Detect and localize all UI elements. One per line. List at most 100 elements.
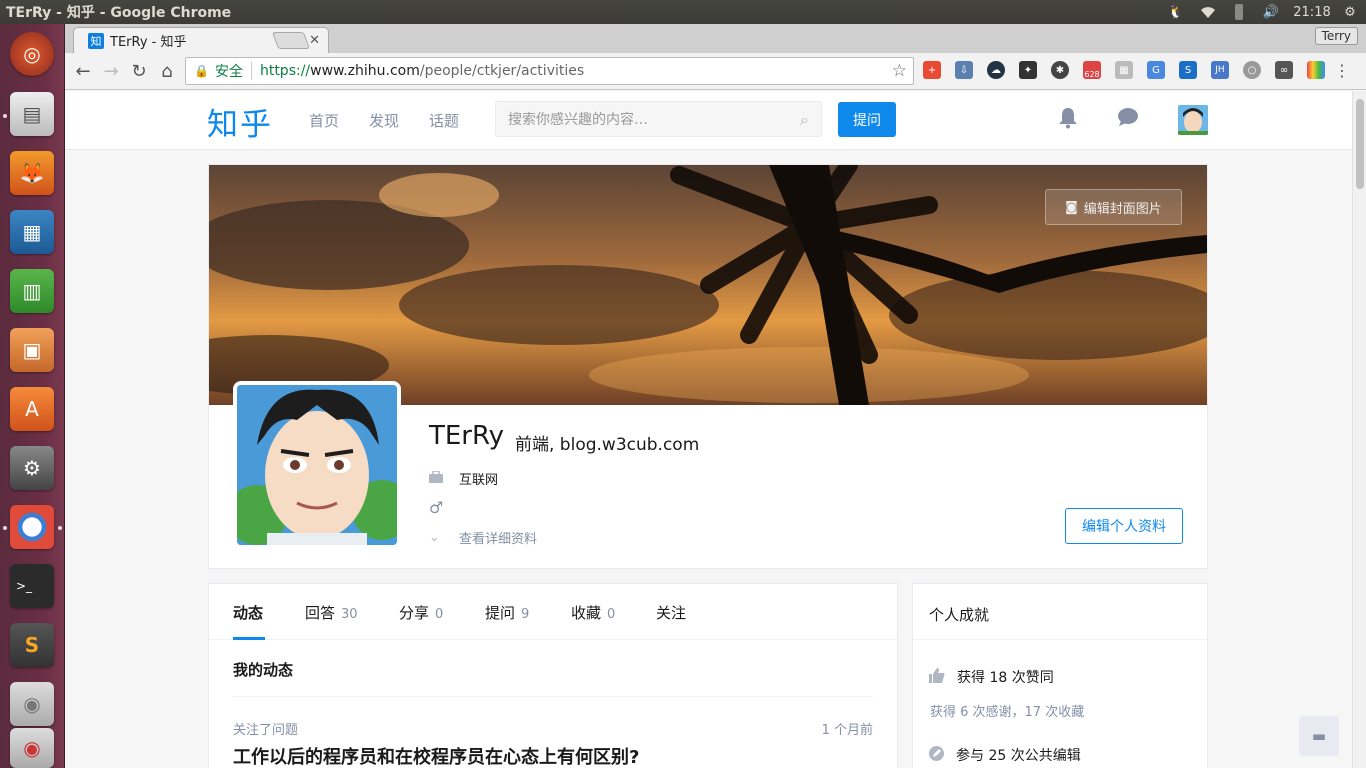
extension-color-icon[interactable] [1307,61,1325,79]
bookmark-star-icon[interactable]: ☆ [892,61,907,81]
active-tab-indicator [233,637,265,640]
chrome-menu-icon[interactable]: ⋮ [1334,61,1350,80]
gmail-badge: 628 [1084,70,1100,79]
secure-label: 安全 [214,64,243,80]
reload-icon[interactable]: ↻ [125,57,153,85]
window-title: TErRy - 知乎 - Google Chrome [6,5,232,21]
chevron-down-icon: ⌄ [429,530,440,545]
activity-panel: 动态 回答 30 分享 0 提问 9 收藏 0 关注 我的动态 关注了问题 1 个月前 … [208,583,898,768]
home-icon[interactable]: ⌂ [153,57,181,85]
edit-cover-label: 编辑封面图片 [1083,201,1162,217]
extension-download-icon[interactable]: ⇩ [955,61,973,79]
terminal-icon[interactable]: >_ [10,564,54,608]
edits-row: 参与 25 次公共编辑 [929,745,1081,765]
extension-circle-icon[interactable]: ○ [1243,61,1261,79]
page-scrollbar[interactable] [1352,91,1366,768]
wifi-icon[interactable] [1198,0,1218,24]
forward-icon[interactable]: → [97,57,125,85]
zhihu-favicon-icon: 知 [88,32,104,49]
feedback-float-button[interactable]: ▬ [1299,716,1339,756]
avatar[interactable] [1178,105,1208,135]
likes-row: 获得 18 次赞同 [929,667,1054,687]
male-icon: ♂ [429,498,444,517]
cover-image: ◙ 编辑封面图片 [209,165,1207,405]
translate-extension-icon[interactable]: G [1147,61,1165,79]
bell-icon[interactable] [1058,107,1078,134]
search-icon[interactable]: ⌕ [800,110,809,130]
close-icon[interactable]: ✕ [309,33,320,48]
profile-name: TErRy [429,421,505,451]
achievements-title: 个人成就 [929,606,990,624]
address-bar[interactable]: 🔒 安全 https://www.zhihu.com/people/ctkjer… [185,57,914,85]
profile-tabs: 动态 回答 30 分享 0 提问 9 收藏 0 关注 [209,584,897,640]
back-icon[interactable]: ← [69,57,97,85]
zhihu-header: 知乎 首页 发现 话题 搜索你感兴趣的内容… ⌕ 提问 [65,91,1352,150]
profile-card: ◙ 编辑封面图片 TErRy 前端, blog.w3cub.com 互联网 ♂ … [208,164,1208,569]
nav-link-explore[interactable]: 发现 [369,110,399,131]
volume-icon[interactable]: 🔊 [1260,0,1282,24]
profile-headline: 前端, blog.w3cub.com [515,435,700,455]
edit-cover-button[interactable]: ◙ 编辑封面图片 [1045,189,1182,225]
impress-icon[interactable]: ▣ [10,328,54,372]
nav-link-home[interactable]: 首页 [309,110,339,131]
zhihu-logo[interactable]: 知乎 [207,99,273,144]
extension-grid-icon[interactable]: ▦ [1115,61,1133,79]
gear-icon[interactable]: ⚙ [1340,0,1360,24]
feed-item-meta: 关注了问题 [233,723,299,738]
achievements-panel: 个人成就 获得 18 次赞同 获得 6 次感谢，17 次收藏 参与 25 次公共… [912,583,1208,768]
edit-profile-button[interactable]: 编辑个人资料 [1065,508,1183,544]
os-top-panel: TErRy - 知乎 - Google Chrome 🐧 🔊 21:18 ⚙ [0,0,1366,24]
profile-avatar[interactable] [233,381,401,549]
extension-puzzle-icon[interactable]: ✦ [1019,61,1037,79]
trash-icon[interactable]: ◉ [10,728,54,768]
profile-more-info[interactable]: ⌄ 查看详细资料 [429,528,537,547]
nav-link-topics[interactable]: 话题 [429,110,459,131]
camera-icon: ◙ [1065,199,1078,215]
bluetooth-icon[interactable] [1230,0,1248,24]
clock[interactable]: 21:18 [1290,0,1334,24]
section-title: 我的动态 [233,661,294,679]
chrome-tab-strip: 知 TErRy - 知乎 ✕ Terry [65,24,1366,53]
messages-icon[interactable] [1117,107,1139,132]
files-icon[interactable]: ▤ [10,92,54,136]
writer-icon[interactable]: ▦ [10,210,54,254]
firefox-icon[interactable]: 🦊 [10,151,54,195]
disk-icon[interactable]: ◉ [10,682,54,726]
calc-icon[interactable]: ▥ [10,269,54,313]
chrome-icon[interactable] [10,505,54,549]
feed-item-time: 1 个月前 [821,723,873,738]
ask-question-button[interactable]: 提问 [838,102,896,137]
extension-glasses-icon[interactable]: ∞ [1275,61,1293,79]
tab-shares[interactable]: 分享 0 [399,602,443,623]
extension-plus-icon[interactable]: + [923,61,941,79]
tab-activity[interactable]: 动态 [233,602,263,623]
lock-icon: 🔒 [194,64,209,78]
settings-icon[interactable]: ⚙ [10,446,54,490]
thanks-label: 获得 6 次感谢，17 次收藏 [930,705,1085,720]
ubuntu-dash-icon[interactable]: ◎ [10,32,54,76]
url-host: www.zhihu.com [310,63,420,79]
gmail-extension-icon[interactable]: 628 [1083,61,1101,79]
tab-title: TErRy - 知乎 [110,35,187,50]
jsonhandle-extension-icon[interactable]: JH [1211,61,1229,79]
profile-badge[interactable]: Terry [1314,27,1358,45]
feed-item-title[interactable]: 工作以后的程序员和在校程序员在心态上有何区别? [233,743,639,768]
profile-gender-row: ♂ [429,498,459,517]
tab-questions[interactable]: 提问 9 [485,602,529,623]
tab-following[interactable]: 关注 [656,602,686,623]
extension-cloud-icon[interactable]: ☁ [987,61,1005,79]
search-input[interactable]: 搜索你感兴趣的内容… ⌕ [495,101,822,137]
tab-answers[interactable]: 回答 30 [305,602,358,623]
extension-s-icon[interactable]: S [1179,61,1197,79]
sublime-icon[interactable]: S [10,623,54,667]
new-tab-button[interactable] [271,32,311,49]
briefcase-icon [429,469,445,487]
qq-tray-icon[interactable]: 🐧 [1166,0,1186,24]
more-info-label: 查看详细资料 [459,532,538,547]
software-center-icon[interactable]: A [10,387,54,431]
likes-label: 获得 18 次赞同 [957,670,1054,686]
edit-icon [929,745,944,765]
tab-collections[interactable]: 收藏 0 [571,602,615,623]
extension-gear-icon[interactable]: ✱ [1051,61,1069,79]
page-viewport: 知乎 首页 发现 话题 搜索你感兴趣的内容… ⌕ 提问 ◙ 编辑封面图片 TEr… [65,91,1352,768]
